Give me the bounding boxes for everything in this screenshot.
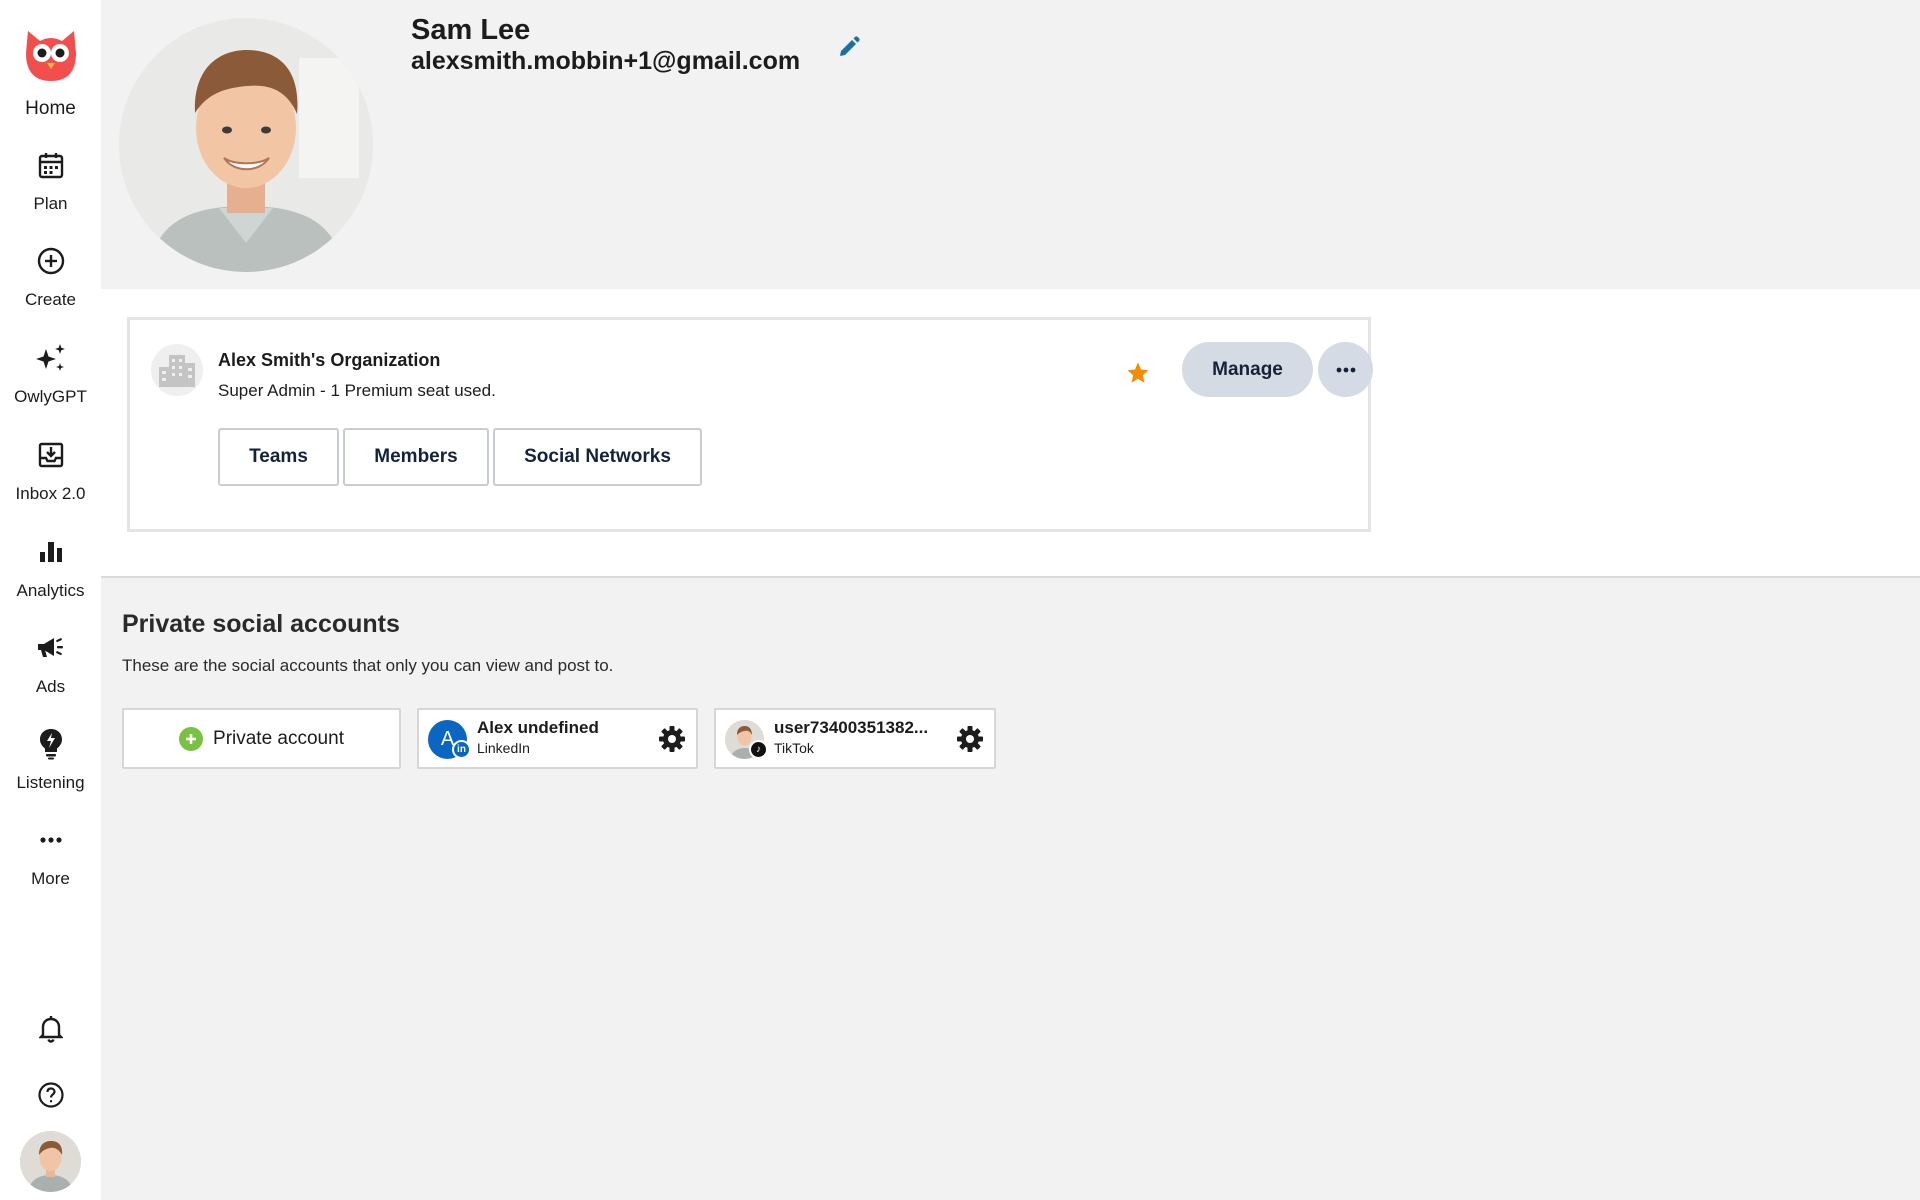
members-button[interactable]: Members — [343, 428, 489, 486]
sidebar-item-create[interactable]: Create — [0, 241, 101, 310]
ellipsis-icon — [1336, 367, 1355, 372]
inbox-icon — [38, 435, 64, 475]
sidebar-item-ads[interactable]: Ads — [0, 628, 101, 697]
sparkles-icon — [35, 338, 67, 378]
sidebar-item-plan[interactable]: Plan — [0, 145, 101, 214]
profile-photo — [119, 18, 373, 272]
sidebar-item-label: Inbox 2.0 — [15, 484, 86, 503]
gear-icon[interactable] — [658, 725, 686, 753]
private-accounts-title: Private social accounts — [122, 610, 400, 638]
edit-profile-button[interactable] — [835, 33, 863, 61]
plus-circle-icon — [37, 241, 65, 281]
sidebar-item-listening[interactable]: Listening — [0, 724, 101, 793]
account-card-linkedin[interactable]: A in Alex undefined LinkedIn — [417, 708, 698, 769]
megaphone-icon — [36, 628, 66, 668]
profile-email: alexsmith.mobbin+1@gmail.com — [411, 47, 801, 75]
favorite-star-icon[interactable] — [1126, 361, 1150, 385]
account-name: Alex undefined — [477, 718, 599, 737]
organization-subtitle: Super Admin - 1 Premium seat used. — [218, 381, 496, 400]
teams-button[interactable]: Teams — [218, 428, 339, 486]
organization-more-button[interactable] — [1318, 342, 1373, 397]
lightbulb-icon — [39, 724, 63, 764]
sidebar-item-inbox[interactable]: Inbox 2.0 — [0, 435, 101, 504]
sidebar-item-owlygpt[interactable]: OwlyGPT — [0, 338, 101, 407]
notifications-bell-icon[interactable] — [0, 1015, 101, 1043]
add-private-account-button[interactable]: Private account — [122, 708, 401, 769]
help-icon[interactable] — [0, 1082, 101, 1108]
user-avatar[interactable] — [20, 1131, 81, 1192]
sidebar-item-more[interactable]: More — [0, 820, 101, 889]
organization-section: Alex Smith's Organization Super Admin - … — [101, 289, 1920, 578]
linkedin-icon: in — [452, 740, 471, 759]
ellipsis-icon — [39, 820, 62, 860]
sidebar-item-label: Home — [25, 98, 76, 119]
building-icon — [151, 344, 203, 396]
sidebar-item-label: More — [31, 869, 70, 888]
sidebar-item-label: Ads — [35, 677, 66, 696]
sidebar-item-label: OwlyGPT — [14, 387, 87, 406]
organization-name: Alex Smith's Organization — [218, 350, 441, 370]
sidebar-item-label: Plan — [33, 194, 68, 213]
account-name: user73400351382... — [774, 718, 929, 737]
profile-header: Sam Lee alexsmith.mobbin+1@gmail.com — [101, 0, 1920, 289]
private-accounts-description: These are the social accounts that only … — [122, 656, 614, 675]
social-networks-button[interactable]: Social Networks — [493, 428, 702, 486]
owl-logo-icon — [20, 22, 82, 86]
plus-icon — [179, 726, 204, 751]
manage-button[interactable]: Manage — [1182, 342, 1313, 397]
pencil-icon — [840, 36, 860, 56]
profile-name: Sam Lee — [411, 14, 531, 46]
add-private-account-label: Private account — [213, 727, 344, 749]
account-card-tiktok[interactable]: ♪ user73400351382... TikTok — [714, 708, 996, 769]
sidebar: Home Plan Create OwlyGPT Inbox 2.0 Analy… — [0, 0, 101, 1200]
sidebar-item-analytics[interactable]: Analytics — [0, 532, 101, 601]
sidebar-item-label: Analytics — [16, 581, 85, 600]
bar-chart-icon — [39, 532, 63, 572]
calendar-icon — [38, 145, 64, 185]
account-network: LinkedIn — [477, 740, 530, 756]
sidebar-item-home[interactable]: Home — [0, 22, 101, 120]
tiktok-icon: ♪ — [749, 740, 768, 759]
account-network: TikTok — [774, 740, 814, 756]
sidebar-item-label: Listening — [16, 773, 85, 792]
sidebar-item-label: Create — [24, 290, 77, 309]
gear-icon[interactable] — [956, 725, 984, 753]
organization-card: Alex Smith's Organization Super Admin - … — [127, 317, 1373, 532]
